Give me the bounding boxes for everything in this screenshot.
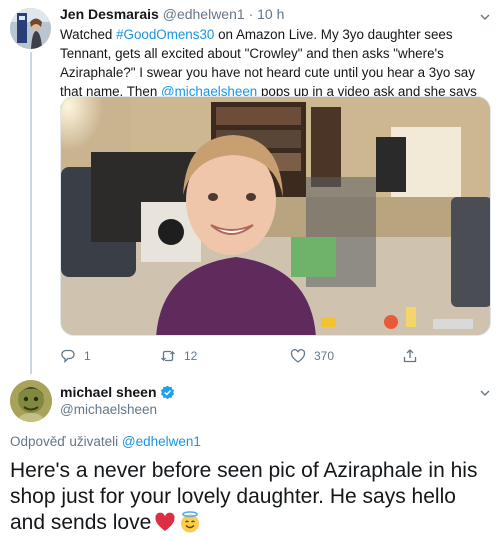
hashtag-link[interactable]: #GoodOmens30 xyxy=(116,27,214,42)
tweet-photo[interactable] xyxy=(60,96,491,336)
like-count: 370 xyxy=(314,349,335,363)
timestamp[interactable]: 10 h xyxy=(257,6,284,22)
retweet-button[interactable]: 12 xyxy=(160,346,197,366)
replying-to: Odpověď uživateli @edhelwen1 xyxy=(10,434,201,449)
verified-badge-icon xyxy=(160,385,174,399)
reply-author-name[interactable]: michael sheen xyxy=(60,384,175,400)
avatar[interactable] xyxy=(10,380,52,422)
like-button[interactable]: 370 xyxy=(290,346,334,366)
share-button[interactable] xyxy=(402,346,418,366)
heart-icon xyxy=(290,348,306,363)
reply-author-handle[interactable]: @michaelsheen xyxy=(60,402,157,417)
reply-icon xyxy=(61,349,75,364)
author-name[interactable]: Jen Desmarais xyxy=(60,6,159,22)
share-icon xyxy=(403,349,417,363)
smiling-face-with-halo-emoji xyxy=(181,511,200,533)
reply-text: Here's a never before seen pic of Azirap… xyxy=(10,459,478,534)
tweet-text-part: Watched xyxy=(60,27,117,42)
reply-count: 1 xyxy=(84,349,91,363)
avatar[interactable] xyxy=(10,8,51,49)
author-name[interactable]: michael sheen xyxy=(60,384,157,400)
reply-tweet-text: Here's a never before seen pic of Azirap… xyxy=(10,458,492,536)
chevron-down-icon[interactable] xyxy=(480,12,490,22)
red-heart-emoji xyxy=(155,512,175,531)
thread-line xyxy=(30,52,32,374)
author-handle[interactable]: @edhelwen1 xyxy=(163,6,245,22)
retweet-count: 12 xyxy=(184,349,198,363)
retweet-icon xyxy=(161,350,175,362)
tweet-header: Jen Desmarais @edhelwen1 · 10 h xyxy=(60,6,284,22)
replying-to-handle[interactable]: @edhelwen1 xyxy=(122,434,201,449)
original-tweet[interactable]: Jen Desmarais @edhelwen1 · 10 h Watched … xyxy=(0,0,500,374)
reply-button[interactable]: 1 xyxy=(60,346,91,366)
chevron-down-icon[interactable] xyxy=(480,388,490,398)
separator-dot: · xyxy=(248,6,254,22)
replying-to-label: Odpověď uživateli xyxy=(10,434,122,449)
tweet-actions: 1 12 370 xyxy=(60,346,440,366)
